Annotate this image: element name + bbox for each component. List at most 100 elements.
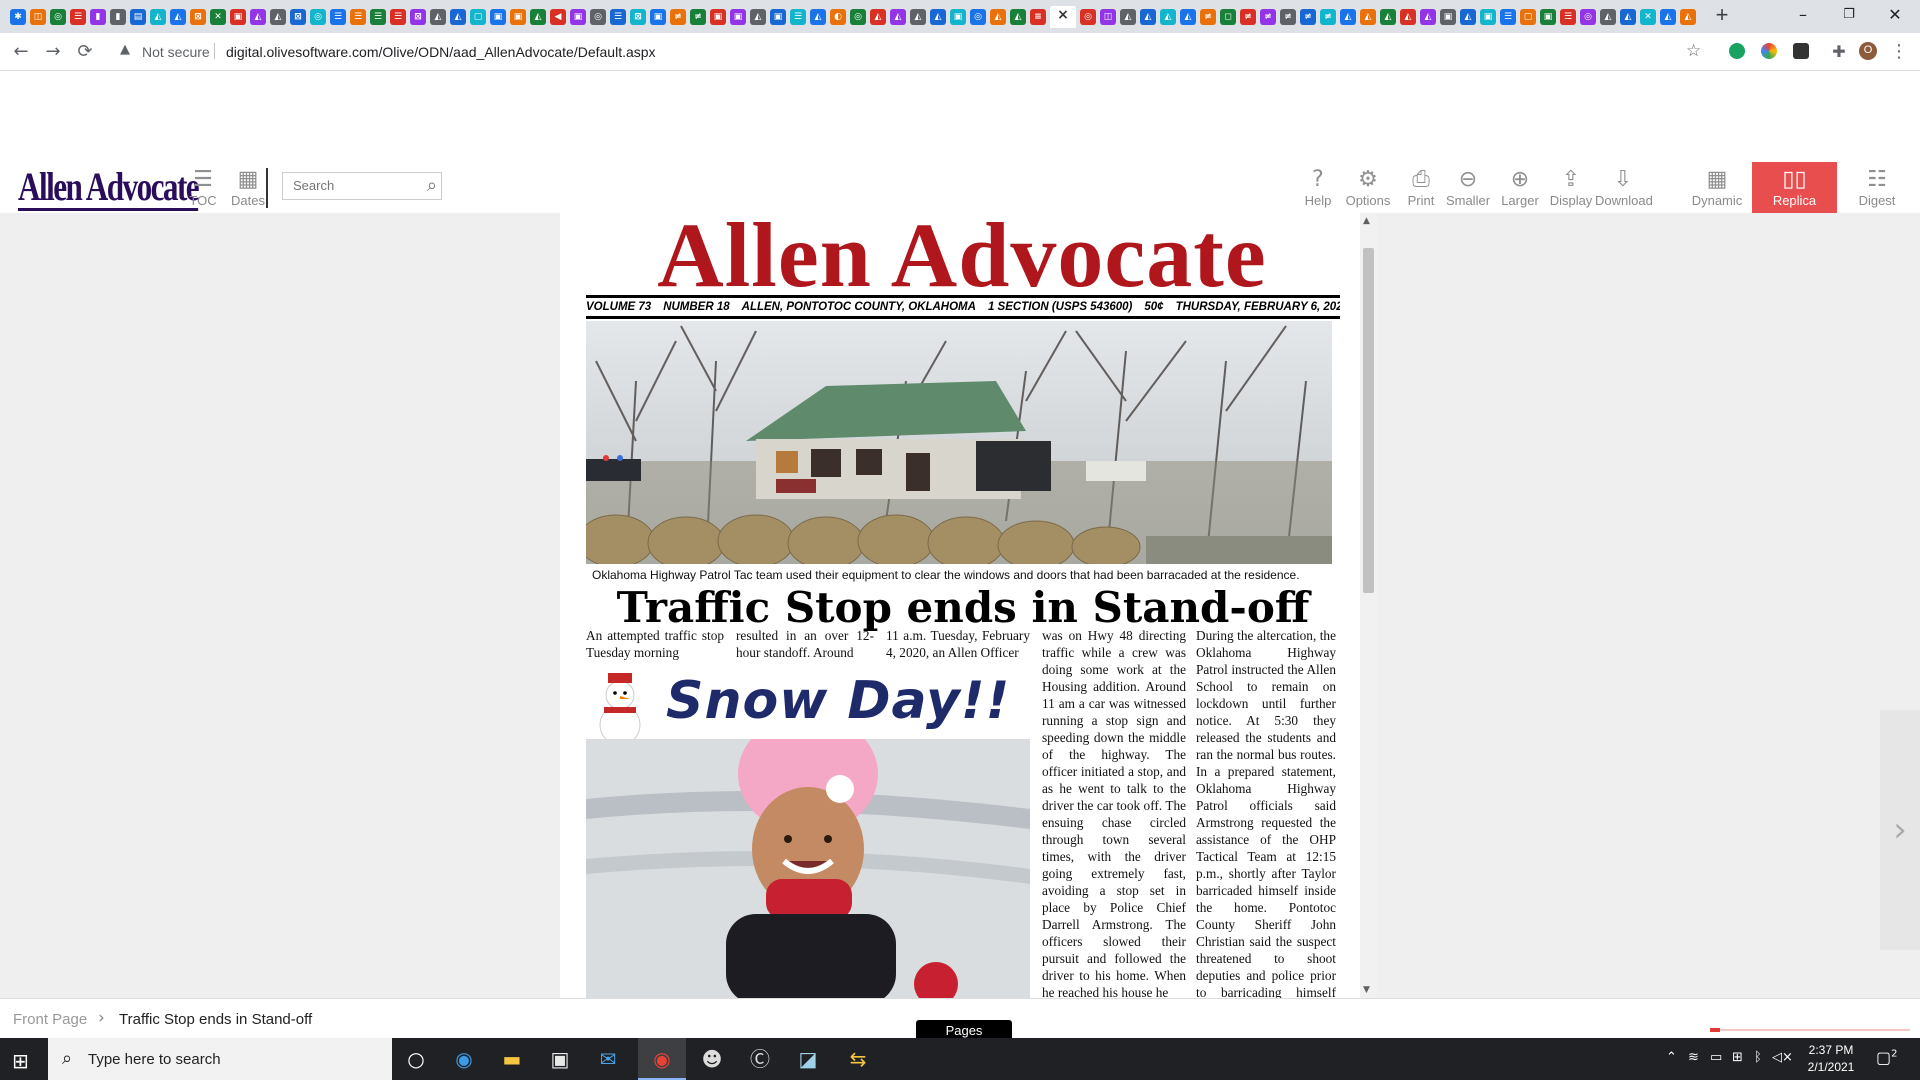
tab-favicon-icon[interactable]: ◎ xyxy=(50,9,66,25)
tab-favicon-icon[interactable]: ◫ xyxy=(30,9,46,25)
profile-avatar[interactable]: O xyxy=(1859,42,1877,60)
close-window-button[interactable]: ✕ xyxy=(1872,0,1918,33)
tab-favicon-icon[interactable]: ☰ xyxy=(610,9,626,25)
tab-favicon-icon[interactable]: ▣ xyxy=(710,9,726,25)
tab-favicon-icon[interactable]: ◻ xyxy=(1220,9,1236,25)
tab-favicon-icon[interactable]: ≠ xyxy=(1200,9,1216,25)
tab-favicon-icon[interactable]: ≠ xyxy=(1300,9,1316,25)
tab-favicon-icon[interactable]: ☰ xyxy=(70,9,86,25)
tab-favicon-icon[interactable]: ◭ xyxy=(1680,9,1696,25)
warning-icon[interactable]: ▲ xyxy=(120,42,130,57)
tab-favicon-icon[interactable]: ☰ xyxy=(1560,9,1576,25)
tab-favicon-icon[interactable]: ☰ xyxy=(390,9,406,25)
tab-favicon-icon[interactable]: ⊠ xyxy=(630,9,646,25)
breadcrumb-front-page[interactable]: Front Page xyxy=(13,1011,87,1028)
tab-favicon-icon[interactable]: ▮ xyxy=(110,9,126,25)
windows-start-icon[interactable]: ⊞ xyxy=(12,1049,29,1073)
taskbar-search[interactable]: ⌕ Type here to search xyxy=(48,1038,392,1080)
app-icon[interactable]: ☻ xyxy=(688,1038,736,1080)
tab-favicon-icon[interactable]: ◭ xyxy=(1420,9,1436,25)
file-explorer-icon[interactable]: ▬ xyxy=(488,1038,536,1080)
tab-favicon-icon[interactable]: ◭ xyxy=(1010,9,1026,25)
article-column-1[interactable]: An attempted traffic stop Tuesday mornin… xyxy=(586,627,724,663)
tab-favicon-icon[interactable]: ◎ xyxy=(1080,9,1096,25)
chrome-icon[interactable]: ◉ xyxy=(638,1038,686,1080)
tab-favicon-icon[interactable]: ✱ xyxy=(10,9,26,25)
tab-favicon-icon[interactable]: ◭ xyxy=(1620,9,1636,25)
tab-favicon-icon[interactable]: ⊠ xyxy=(290,9,306,25)
tab-favicon-icon[interactable]: ◭ xyxy=(450,9,466,25)
tab-favicon-icon[interactable]: ▣ xyxy=(950,9,966,25)
download-button[interactable]: ⇩ Download xyxy=(1595,166,1653,208)
tab-favicon-icon[interactable]: ◭ xyxy=(890,9,906,25)
tab-favicon-icon[interactable]: ◀ xyxy=(550,9,566,25)
cortana-icon[interactable]: ○ xyxy=(392,1038,440,1080)
tab-favicon-icon[interactable]: ≡ xyxy=(1030,9,1046,25)
page-progress-bar[interactable] xyxy=(1710,1028,1910,1032)
tab-favicon-icon[interactable]: ◎ xyxy=(1580,9,1596,25)
tab-favicon-icon[interactable]: ◭ xyxy=(750,9,766,25)
tab-favicon-icon[interactable]: ◭ xyxy=(1380,9,1396,25)
edge-icon[interactable]: ◉ xyxy=(440,1038,488,1080)
notifications-icon[interactable]: ▢2 xyxy=(1876,1048,1898,1067)
tab-favicon-icon[interactable]: ≠ xyxy=(670,9,686,25)
network-icon[interactable]: ⊞ xyxy=(1732,1050,1743,1065)
chevron-up-icon[interactable]: ⌃ xyxy=(1666,1050,1677,1065)
pages-button[interactable]: Pages xyxy=(916,1020,1012,1039)
maximize-button[interactable]: ❐ xyxy=(1826,0,1872,33)
active-tab-close-icon[interactable]: × xyxy=(1050,6,1076,28)
address-bar[interactable]: ▲ Not secure digital.olivesoftware.com/O… xyxy=(106,37,1701,65)
tab-favicon-icon[interactable]: ◭ xyxy=(910,9,926,25)
article-column-5[interactable]: During the altercation, the Oklahoma Hig… xyxy=(1196,627,1336,998)
tab-favicon-icon[interactable]: ▣ xyxy=(1440,9,1456,25)
back-button[interactable]: ← xyxy=(8,39,34,65)
tab-favicon-icon[interactable]: ◭ xyxy=(1340,9,1356,25)
mail-icon[interactable]: ✉ xyxy=(584,1038,632,1080)
search-input[interactable] xyxy=(291,177,415,194)
tab-favicon-icon[interactable]: ◐ xyxy=(830,9,846,25)
smaller-button[interactable]: ⊖ Smaller xyxy=(1440,166,1496,208)
clock[interactable]: 2:37 PM 2/1/2021 xyxy=(1796,1042,1866,1076)
tab-favicon-icon[interactable]: ◭ xyxy=(1160,9,1176,25)
tab-favicon-icon[interactable]: ▣ xyxy=(730,9,746,25)
view-dynamic-button[interactable]: ▦ Dynamic xyxy=(1682,166,1752,208)
tab-favicon-icon[interactable]: ≠ xyxy=(690,9,706,25)
new-tab-button[interactable]: + xyxy=(1710,4,1734,28)
view-replica-button[interactable]: ▯▯ Replica xyxy=(1752,162,1837,213)
tab-favicon-icon[interactable]: ☰ xyxy=(790,9,806,25)
tab-favicon-icon[interactable]: ▣ xyxy=(650,9,666,25)
volume-mute-icon[interactable]: ◁× xyxy=(1772,1050,1793,1065)
reload-button[interactable]: ⟳ xyxy=(72,39,98,65)
larger-button[interactable]: ⊕ Larger xyxy=(1492,166,1548,208)
tab-favicon-icon[interactable]: ▣ xyxy=(770,9,786,25)
tab-favicon-icon[interactable]: ▣ xyxy=(490,9,506,25)
article-column-3[interactable]: 11 a.m. Tuesday, February 4, 2020, an Al… xyxy=(886,627,1030,663)
tab-favicon-icon[interactable]: ◭ xyxy=(1180,9,1196,25)
tab-favicon-icon[interactable]: ☰ xyxy=(330,9,346,25)
tab-favicon-icon[interactable]: ≠ xyxy=(1280,9,1296,25)
next-page-arrow-icon[interactable]: › xyxy=(1880,710,1920,950)
tab-favicon-icon[interactable]: ◭ xyxy=(1400,9,1416,25)
options-button[interactable]: ⚙ Options xyxy=(1340,166,1396,208)
arrows-app-icon[interactable]: ⇆ xyxy=(834,1038,882,1080)
tab-favicon-icon[interactable]: ◭ xyxy=(1600,9,1616,25)
tab-favicon-icon[interactable]: ◭ xyxy=(270,9,286,25)
search-icon[interactable]: ⌕ xyxy=(427,175,437,196)
tab-favicon-icon[interactable]: ▢ xyxy=(1520,9,1536,25)
tab-favicon-icon[interactable]: ◭ xyxy=(990,9,1006,25)
tab-favicon-icon[interactable]: ◭ xyxy=(170,9,186,25)
notepad-icon[interactable]: ◪ xyxy=(784,1038,832,1080)
snow-day-feature[interactable]: Snow Day!! xyxy=(586,665,1030,998)
dates-button[interactable]: ▦ Dates xyxy=(228,166,268,208)
tab-favicon-icon[interactable]: ◭ xyxy=(1460,9,1476,25)
url-text[interactable]: digital.olivesoftware.com/Olive/ODN/aad_… xyxy=(226,44,656,60)
tab-favicon-icon[interactable]: ◭ xyxy=(150,9,166,25)
tab-favicon-icon[interactable]: ◫ xyxy=(1100,9,1116,25)
battery-icon[interactable]: ▭ xyxy=(1710,1050,1722,1065)
display-button[interactable]: ⇪ Display xyxy=(1543,166,1599,208)
tab-favicon-icon[interactable]: ◎ xyxy=(310,9,326,25)
tab-favicon-icon[interactable]: ☰ xyxy=(370,9,386,25)
tab-favicon-icon[interactable]: ≠ xyxy=(1320,9,1336,25)
tab-favicon-icon[interactable]: ≠ xyxy=(1240,9,1256,25)
scroll-up-icon[interactable]: ▲ xyxy=(1363,216,1370,226)
